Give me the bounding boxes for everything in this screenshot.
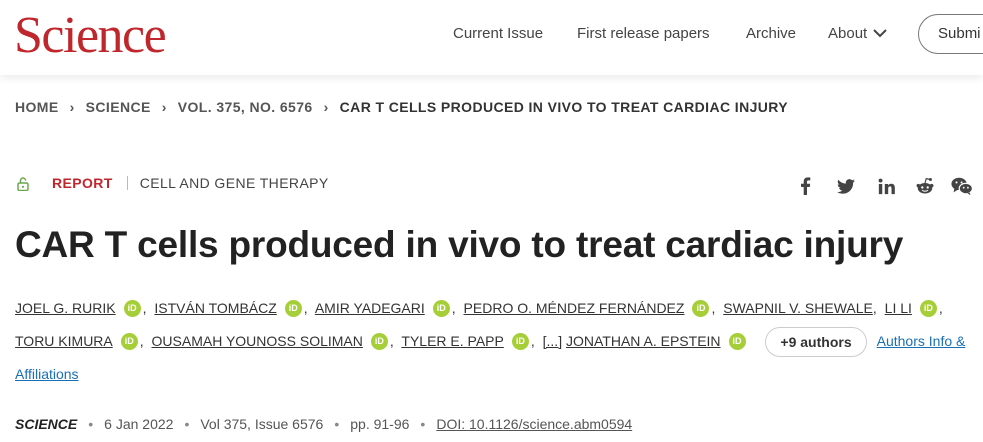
nav-current-issue[interactable]: Current Issue: [453, 25, 543, 42]
orcid-icon[interactable]: iD: [692, 299, 710, 317]
twitter-icon[interactable]: [835, 175, 857, 197]
chevron-right-icon: ›: [323, 99, 329, 115]
linkedin-icon[interactable]: [875, 175, 897, 197]
article-type[interactable]: REPORT: [52, 175, 113, 191]
nav-about-label: About: [828, 25, 868, 42]
submit-label: Submi: [938, 25, 981, 42]
chevron-right-icon: ›: [161, 99, 167, 115]
citation: SCIENCE • 6 Jan 2022 • Vol 375, Issue 65…: [15, 416, 632, 432]
nav-first-release-papers[interactable]: First release papers: [577, 25, 710, 42]
pub-date: 6 Jan 2022: [104, 416, 174, 432]
separator-dot: •: [334, 416, 340, 432]
orcid-icon[interactable]: iD: [123, 299, 141, 317]
breadcrumb-home[interactable]: HOME: [15, 99, 59, 115]
author-link[interactable]: PEDRO O. MÉNDEZ FERNÁNDEZ: [464, 300, 685, 316]
author-link[interactable]: OUSAMAH YOUNOSS SOLIMAN: [152, 333, 363, 349]
orcid-icon[interactable]: iD: [511, 332, 529, 350]
pages: pp. 91-96: [350, 416, 410, 432]
author-link[interactable]: JONATHAN A. EPSTEIN: [566, 333, 721, 349]
orcid-icon[interactable]: iD: [728, 332, 746, 350]
author-link[interactable]: SWAPNIL V. SHEWALE: [723, 300, 873, 316]
orcid-icon[interactable]: iD: [120, 332, 138, 350]
nav-about[interactable]: About: [828, 25, 887, 42]
more-authors-button[interactable]: +9 authors: [765, 327, 867, 358]
divider: [126, 176, 128, 190]
article-meta: REPORT CELL AND GENE THERAPY: [17, 175, 329, 191]
author-link[interactable]: AMIR YADEGARI: [315, 300, 425, 316]
submit-button[interactable]: Submi: [918, 14, 983, 54]
author-link[interactable]: ISTVÁN TOMBÁCZ: [154, 300, 276, 316]
orcid-icon[interactable]: iD: [370, 332, 388, 350]
author-ellipsis[interactable]: [...]: [543, 333, 562, 349]
science-logo[interactable]: Science: [14, 6, 167, 66]
separator-dot: •: [88, 416, 94, 432]
orcid-icon[interactable]: iD: [284, 299, 302, 317]
chevron-right-icon: ›: [69, 99, 75, 115]
nav-archive[interactable]: Archive: [746, 25, 796, 42]
author-link[interactable]: JOEL G. RURIK: [15, 300, 116, 316]
author-link[interactable]: LI LI: [885, 300, 912, 316]
article-title: CAR T cells produced in vivo to treat ca…: [15, 224, 904, 265]
breadcrumb: HOME › SCIENCE › VOL. 375, NO. 6576 › CA…: [15, 99, 788, 115]
journal-name[interactable]: SCIENCE: [15, 416, 77, 432]
reddit-icon[interactable]: [914, 175, 936, 197]
breadcrumb-volume[interactable]: VOL. 375, NO. 6576: [178, 99, 313, 115]
volume-issue[interactable]: Vol 375, Issue 6576: [200, 416, 323, 432]
lock-open-icon: [17, 176, 29, 191]
separator-dot: •: [420, 416, 426, 432]
chevron-down-icon: [873, 29, 887, 38]
orcid-icon[interactable]: iD: [919, 299, 937, 317]
site-header: Science Current Issue First release pape…: [0, 0, 983, 75]
author-link[interactable]: TYLER E. PAPP: [401, 333, 503, 349]
article-subject[interactable]: CELL AND GENE THERAPY: [140, 175, 329, 191]
author-list: JOEL G. RURIK iD, ISTVÁN TOMBÁCZ iD, AMIR …: [15, 299, 966, 382]
doi-link[interactable]: DOI: 10.1126/science.abm0594: [436, 416, 632, 432]
separator-dot: •: [184, 416, 190, 432]
breadcrumb-science[interactable]: SCIENCE: [86, 99, 151, 115]
breadcrumb-current: CAR T CELLS PRODUCED IN VIVO TO TREAT CA…: [339, 99, 789, 115]
facebook-icon[interactable]: [794, 175, 816, 197]
wechat-icon[interactable]: [951, 175, 973, 197]
orcid-icon[interactable]: iD: [432, 299, 450, 317]
author-link[interactable]: TORU KIMURA: [15, 333, 113, 349]
